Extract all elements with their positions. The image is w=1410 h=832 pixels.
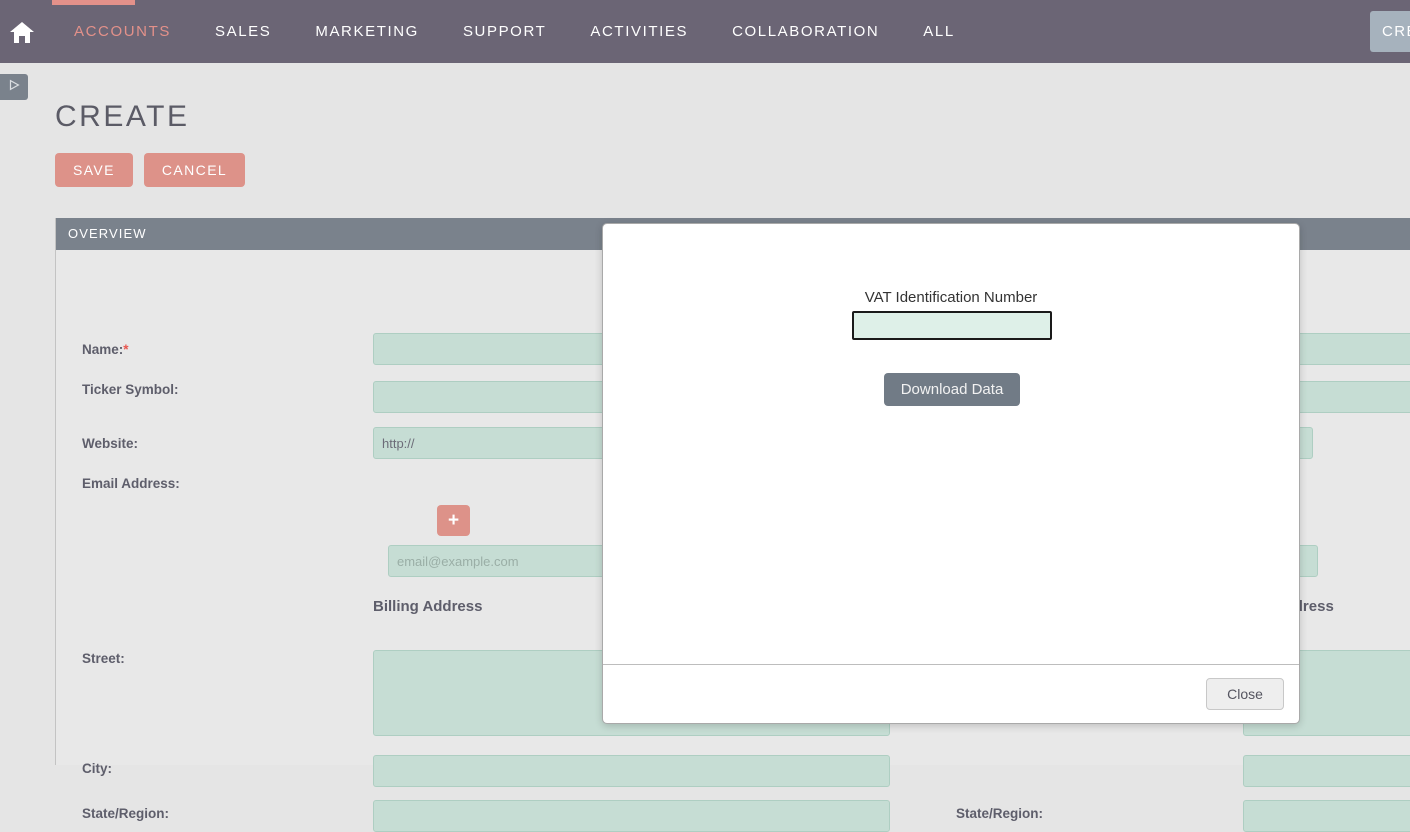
nav-items-list: ACCOUNTS SALES MARKETING SUPPORT ACTIVIT… bbox=[52, 0, 977, 63]
cancel-button[interactable]: CANCEL bbox=[143, 153, 246, 187]
label-state-region-shipping: State/Region: bbox=[956, 806, 1044, 821]
vat-lookup-modal: VAT Identification Number Download Data … bbox=[602, 223, 1300, 724]
nav-item-marketing[interactable]: MARKETING bbox=[293, 0, 441, 63]
nav-item-collaboration[interactable]: COLLABORATION bbox=[710, 0, 901, 63]
download-data-button[interactable]: Download Data bbox=[884, 373, 1020, 406]
close-button[interactable]: Close bbox=[1206, 678, 1284, 710]
label-ticker-symbol: Ticker Symbol: bbox=[82, 382, 179, 397]
home-icon[interactable] bbox=[8, 18, 36, 46]
sidebar-expand-toggle[interactable] bbox=[0, 74, 28, 100]
action-button-row: SAVE CANCEL bbox=[55, 153, 246, 187]
play-triangle-icon bbox=[7, 78, 21, 97]
top-navigation-bar: ACCOUNTS SALES MARKETING SUPPORT ACTIVIT… bbox=[0, 0, 1410, 63]
required-asterisk: * bbox=[123, 342, 129, 357]
label-name: Name:* bbox=[82, 342, 129, 357]
shipping-city-input[interactable] bbox=[1243, 755, 1410, 787]
nav-item-accounts[interactable]: ACCOUNTS bbox=[52, 0, 193, 63]
vat-field-label: VAT Identification Number bbox=[864, 289, 1038, 306]
create-button-topright[interactable]: CREATE bbox=[1370, 11, 1410, 52]
label-email-address: Email Address: bbox=[82, 476, 180, 491]
nav-item-support[interactable]: SUPPORT bbox=[441, 0, 568, 63]
modal-body: VAT Identification Number Download Data bbox=[603, 224, 1299, 666]
save-button[interactable]: SAVE bbox=[55, 153, 133, 187]
billing-state-input[interactable] bbox=[373, 800, 890, 832]
shipping-state-input[interactable] bbox=[1243, 800, 1410, 832]
modal-footer: Close bbox=[603, 664, 1299, 723]
billing-city-input[interactable] bbox=[373, 755, 890, 787]
nav-item-sales[interactable]: SALES bbox=[193, 0, 293, 63]
nav-item-all[interactable]: ALL bbox=[901, 0, 977, 63]
label-street: Street: bbox=[82, 651, 125, 666]
vat-identification-number-input[interactable] bbox=[852, 311, 1052, 340]
label-website: Website: bbox=[82, 436, 139, 451]
add-email-button[interactable]: + bbox=[437, 505, 470, 536]
label-city: City: bbox=[82, 761, 112, 776]
billing-address-section-title: Billing Address bbox=[373, 598, 483, 615]
page-title: CREATE bbox=[55, 100, 190, 133]
label-state-region-billing: State/Region: bbox=[82, 806, 170, 821]
nav-item-activities[interactable]: ACTIVITIES bbox=[568, 0, 710, 63]
